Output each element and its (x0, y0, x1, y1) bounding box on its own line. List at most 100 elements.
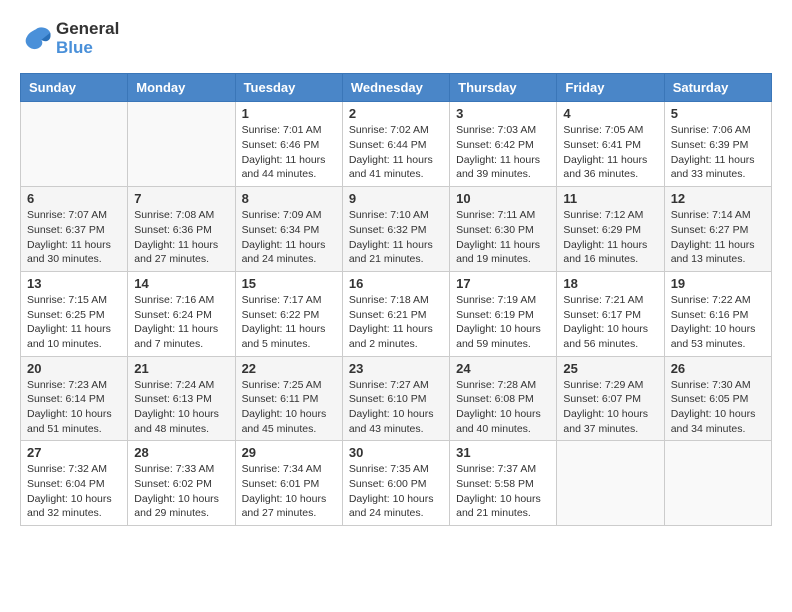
day-info: Sunrise: 7:01 AM Sunset: 6:46 PM Dayligh… (242, 123, 336, 182)
day-number: 5 (671, 106, 765, 121)
calendar-cell: 31Sunrise: 7:37 AM Sunset: 5:58 PM Dayli… (450, 441, 557, 526)
calendar-week-row: 1 Sunrise: 7:01 AM Sunset: 6:46 PM Daylig… (21, 102, 772, 187)
day-number: 23 (349, 361, 443, 376)
calendar-cell: 26Sunrise: 7:30 AM Sunset: 6:05 PM Dayli… (664, 356, 771, 441)
calendar-cell: 19 Sunrise: 7:22 AM Sunset: 6:16 PM Dayli… (664, 271, 771, 356)
day-number: 2 (349, 106, 443, 121)
day-info: Sunrise: 7:27 AM Sunset: 6:10 PM Dayligh… (349, 378, 443, 437)
logo-line2: Blue (56, 39, 119, 58)
day-info: Sunrise: 7:22 AM Sunset: 6:16 PM Dayligh… (671, 293, 765, 352)
column-header-saturday: Saturday (664, 74, 771, 102)
calendar-cell: 13 Sunrise: 7:15 AM Sunset: 6:25 PM Dayli… (21, 271, 128, 356)
day-number: 15 (242, 276, 336, 291)
day-number: 19 (671, 276, 765, 291)
calendar-cell: 15 Sunrise: 7:17 AM Sunset: 6:22 PM Dayli… (235, 271, 342, 356)
day-number: 30 (349, 445, 443, 460)
calendar-cell: 18 Sunrise: 7:21 AM Sunset: 6:17 PM Dayli… (557, 271, 664, 356)
day-info: Sunrise: 7:12 AM Sunset: 6:29 PM Dayligh… (563, 208, 657, 267)
day-info: Sunrise: 7:05 AM Sunset: 6:41 PM Dayligh… (563, 123, 657, 182)
day-number: 1 (242, 106, 336, 121)
day-number: 10 (456, 191, 550, 206)
calendar-cell: 17 Sunrise: 7:19 AM Sunset: 6:19 PM Dayli… (450, 271, 557, 356)
calendar-cell: 22Sunrise: 7:25 AM Sunset: 6:11 PM Dayli… (235, 356, 342, 441)
day-info: Sunrise: 7:11 AM Sunset: 6:30 PM Dayligh… (456, 208, 550, 267)
day-number: 8 (242, 191, 336, 206)
calendar-cell: 8 Sunrise: 7:09 AM Sunset: 6:34 PM Daylig… (235, 187, 342, 272)
day-number: 26 (671, 361, 765, 376)
day-info: Sunrise: 7:03 AM Sunset: 6:42 PM Dayligh… (456, 123, 550, 182)
day-info: Sunrise: 7:29 AM Sunset: 6:07 PM Dayligh… (563, 378, 657, 437)
column-header-thursday: Thursday (450, 74, 557, 102)
day-number: 31 (456, 445, 550, 460)
calendar-cell: 2 Sunrise: 7:02 AM Sunset: 6:44 PM Daylig… (342, 102, 449, 187)
day-number: 21 (134, 361, 228, 376)
calendar-cell: 16 Sunrise: 7:18 AM Sunset: 6:21 PM Dayli… (342, 271, 449, 356)
day-number: 16 (349, 276, 443, 291)
day-info: Sunrise: 7:33 AM Sunset: 6:02 PM Dayligh… (134, 462, 228, 521)
calendar-cell: 25 Sunrise: 7:29 AM Sunset: 6:07 PM Dayli… (557, 356, 664, 441)
day-number: 29 (242, 445, 336, 460)
calendar-cell: 6 Sunrise: 7:07 AM Sunset: 6:37 PM Daylig… (21, 187, 128, 272)
calendar-cell: 28Sunrise: 7:33 AM Sunset: 6:02 PM Dayli… (128, 441, 235, 526)
calendar-cell: 29 Sunrise: 7:34 AM Sunset: 6:01 PM Dayli… (235, 441, 342, 526)
day-info: Sunrise: 7:15 AM Sunset: 6:25 PM Dayligh… (27, 293, 121, 352)
day-number: 18 (563, 276, 657, 291)
day-number: 9 (349, 191, 443, 206)
day-info: Sunrise: 7:32 AM Sunset: 6:04 PM Dayligh… (27, 462, 121, 521)
day-number: 27 (27, 445, 121, 460)
day-number: 17 (456, 276, 550, 291)
day-info: Sunrise: 7:25 AM Sunset: 6:11 PM Dayligh… (242, 378, 336, 437)
day-info: Sunrise: 7:23 AM Sunset: 6:14 PM Dayligh… (27, 378, 121, 437)
calendar-cell: 14 Sunrise: 7:16 AM Sunset: 6:24 PM Dayli… (128, 271, 235, 356)
calendar-cell: 24 Sunrise: 7:28 AM Sunset: 6:08 PM Dayli… (450, 356, 557, 441)
calendar-cell: 1 Sunrise: 7:01 AM Sunset: 6:46 PM Daylig… (235, 102, 342, 187)
calendar-cell: 11Sunrise: 7:12 AM Sunset: 6:29 PM Dayli… (557, 187, 664, 272)
logo-icon (20, 25, 52, 53)
day-info: Sunrise: 7:07 AM Sunset: 6:37 PM Dayligh… (27, 208, 121, 267)
day-number: 7 (134, 191, 228, 206)
day-info: Sunrise: 7:02 AM Sunset: 6:44 PM Dayligh… (349, 123, 443, 182)
day-info: Sunrise: 7:34 AM Sunset: 6:01 PM Dayligh… (242, 462, 336, 521)
day-number: 20 (27, 361, 121, 376)
day-info: Sunrise: 7:08 AM Sunset: 6:36 PM Dayligh… (134, 208, 228, 267)
day-number: 25 (563, 361, 657, 376)
column-header-friday: Friday (557, 74, 664, 102)
day-number: 4 (563, 106, 657, 121)
day-number: 14 (134, 276, 228, 291)
column-header-monday: Monday (128, 74, 235, 102)
day-info: Sunrise: 7:24 AM Sunset: 6:13 PM Dayligh… (134, 378, 228, 437)
calendar-header-row: SundayMondayTuesdayWednesdayThursdayFrid… (21, 74, 772, 102)
calendar-week-row: 6 Sunrise: 7:07 AM Sunset: 6:37 PM Daylig… (21, 187, 772, 272)
calendar-cell (128, 102, 235, 187)
calendar-cell: 12Sunrise: 7:14 AM Sunset: 6:27 PM Dayli… (664, 187, 771, 272)
day-info: Sunrise: 7:28 AM Sunset: 6:08 PM Dayligh… (456, 378, 550, 437)
calendar-cell: 23 Sunrise: 7:27 AM Sunset: 6:10 PM Dayli… (342, 356, 449, 441)
day-info: Sunrise: 7:21 AM Sunset: 6:17 PM Dayligh… (563, 293, 657, 352)
calendar-cell: 30 Sunrise: 7:35 AM Sunset: 6:00 PM Dayli… (342, 441, 449, 526)
day-number: 13 (27, 276, 121, 291)
day-number: 12 (671, 191, 765, 206)
logo: General Blue (20, 20, 119, 57)
day-info: Sunrise: 7:09 AM Sunset: 6:34 PM Dayligh… (242, 208, 336, 267)
calendar-week-row: 13 Sunrise: 7:15 AM Sunset: 6:25 PM Dayli… (21, 271, 772, 356)
calendar-cell (21, 102, 128, 187)
logo-line1: General (56, 20, 119, 39)
calendar-cell: 5Sunrise: 7:06 AM Sunset: 6:39 PM Daylig… (664, 102, 771, 187)
calendar-cell: 3 Sunrise: 7:03 AM Sunset: 6:42 PM Daylig… (450, 102, 557, 187)
calendar-cell (664, 441, 771, 526)
calendar-cell: 21 Sunrise: 7:24 AM Sunset: 6:13 PM Dayli… (128, 356, 235, 441)
calendar-cell: 10 Sunrise: 7:11 AM Sunset: 6:30 PM Dayli… (450, 187, 557, 272)
column-header-tuesday: Tuesday (235, 74, 342, 102)
calendar-cell: 27 Sunrise: 7:32 AM Sunset: 6:04 PM Dayli… (21, 441, 128, 526)
day-info: Sunrise: 7:18 AM Sunset: 6:21 PM Dayligh… (349, 293, 443, 352)
day-info: Sunrise: 7:35 AM Sunset: 6:00 PM Dayligh… (349, 462, 443, 521)
day-info: Sunrise: 7:19 AM Sunset: 6:19 PM Dayligh… (456, 293, 550, 352)
calendar-cell: 9Sunrise: 7:10 AM Sunset: 6:32 PM Daylig… (342, 187, 449, 272)
calendar-cell: 7 Sunrise: 7:08 AM Sunset: 6:36 PM Daylig… (128, 187, 235, 272)
day-info: Sunrise: 7:16 AM Sunset: 6:24 PM Dayligh… (134, 293, 228, 352)
day-number: 24 (456, 361, 550, 376)
calendar-table: SundayMondayTuesdayWednesdayThursdayFrid… (20, 73, 772, 526)
day-number: 6 (27, 191, 121, 206)
day-info: Sunrise: 7:17 AM Sunset: 6:22 PM Dayligh… (242, 293, 336, 352)
day-number: 3 (456, 106, 550, 121)
